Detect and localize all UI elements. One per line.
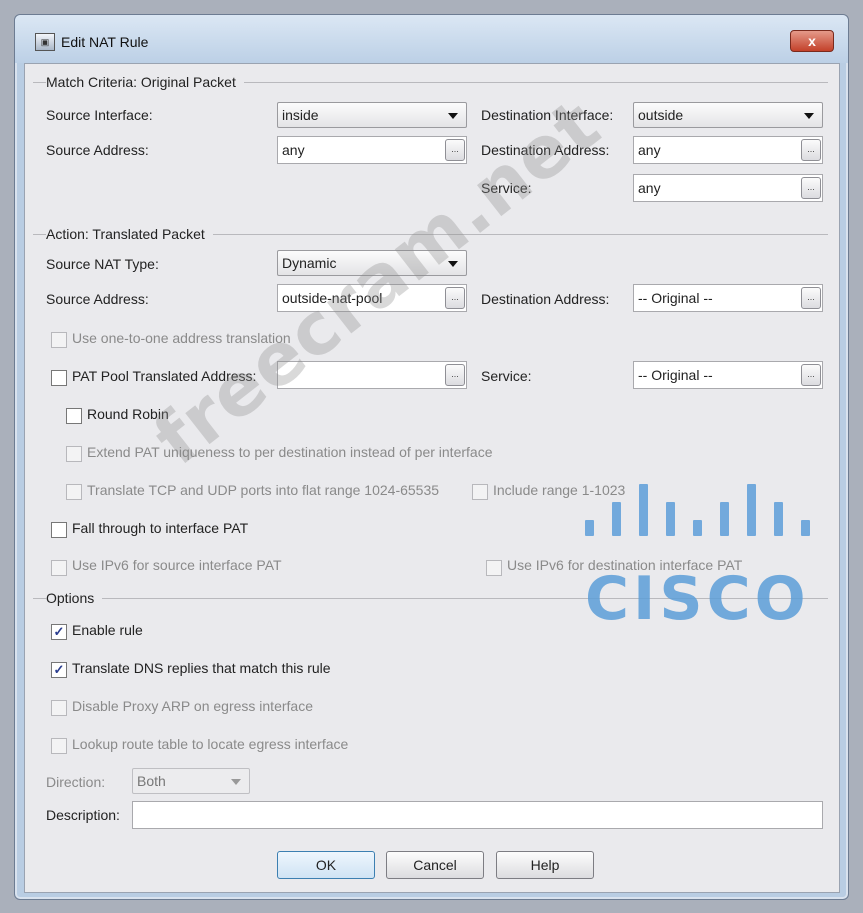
translate-ports-checkbox[interactable] <box>66 484 82 500</box>
destination-interface-value: outside <box>638 107 684 123</box>
help-button[interactable]: Help <box>496 851 594 879</box>
dialog-content: Match Criteria: Original Packet Source I… <box>24 63 840 893</box>
enable-rule-label: Enable rule <box>72 622 143 638</box>
lookup-route-label: Lookup route table to locate egress inte… <box>72 736 349 752</box>
source-address-browse-button[interactable]: ... <box>445 139 465 161</box>
section-divider <box>33 598 828 599</box>
chevron-down-icon <box>231 779 241 785</box>
translated-source-address-label: Source Address: <box>46 291 149 307</box>
pat-pool-label: PAT Pool Translated Address: <box>72 368 257 384</box>
round-robin-checkbox[interactable] <box>66 408 82 424</box>
translate-ports-label: Translate TCP and UDP ports into flat ra… <box>87 482 440 498</box>
chevron-down-icon <box>448 113 458 119</box>
destination-interface-select[interactable]: outside <box>633 102 823 128</box>
ipv6-destination-label: Use IPv6 for destination interface PAT <box>507 557 743 573</box>
source-address-label: Source Address: <box>46 142 149 158</box>
source-address-field[interactable]: any <box>277 136 467 164</box>
match-criteria-heading: Match Criteria: Original Packet <box>46 74 244 90</box>
destination-address-label: Destination Address: <box>481 142 610 158</box>
direction-label: Direction: <box>46 774 106 790</box>
translated-source-address-field[interactable]: outside-nat-pool <box>277 284 467 312</box>
round-robin-label: Round Robin <box>87 406 169 422</box>
include-range-checkbox[interactable] <box>472 484 488 500</box>
pat-pool-checkbox[interactable] <box>51 370 67 386</box>
service-field[interactable]: any <box>633 174 823 202</box>
source-nat-type-select[interactable]: Dynamic <box>277 250 467 276</box>
source-interface-label: Source Interface: <box>46 107 153 123</box>
translated-source-address-browse-button[interactable]: ... <box>445 287 465 309</box>
fall-through-checkbox[interactable] <box>51 522 67 538</box>
ipv6-destination-checkbox[interactable] <box>486 560 502 576</box>
app-icon: ▣ <box>35 33 55 51</box>
chevron-down-icon <box>448 261 458 267</box>
translated-service-label: Service: <box>481 368 532 384</box>
description-label: Description: <box>46 807 120 823</box>
title-bar: ▣ Edit NAT Rule x <box>15 15 848 63</box>
chevron-down-icon <box>804 113 814 119</box>
source-nat-type-value: Dynamic <box>282 255 337 271</box>
ipv6-source-label: Use IPv6 for source interface PAT <box>72 557 282 573</box>
source-interface-select[interactable]: inside <box>277 102 467 128</box>
checkmark-icon: ✓ <box>53 624 65 639</box>
direction-select[interactable]: Both <box>132 768 250 794</box>
edit-nat-rule-dialog: ▣ Edit NAT Rule x Match Criteria: Origin… <box>14 14 849 900</box>
options-heading: Options <box>46 590 103 606</box>
fall-through-label: Fall through to interface PAT <box>72 520 249 536</box>
source-nat-type-label: Source NAT Type: <box>46 256 159 272</box>
translated-service-field[interactable]: -- Original -- <box>633 361 823 389</box>
disable-proxy-arp-checkbox[interactable] <box>51 700 67 716</box>
direction-value: Both <box>137 773 166 789</box>
pat-pool-browse-button[interactable]: ... <box>445 364 465 386</box>
cancel-button[interactable]: Cancel <box>386 851 484 879</box>
service-browse-button[interactable]: ... <box>801 177 821 199</box>
translated-service-browse-button[interactable]: ... <box>801 364 821 386</box>
lookup-route-checkbox[interactable] <box>51 738 67 754</box>
translated-destination-address-field[interactable]: -- Original -- <box>633 284 823 312</box>
action-heading: Action: Translated Packet <box>46 226 213 242</box>
pat-pool-field[interactable] <box>277 361 467 389</box>
destination-address-browse-button[interactable]: ... <box>801 139 821 161</box>
translate-dns-label: Translate DNS replies that match this ru… <box>72 660 331 676</box>
source-interface-value: inside <box>282 107 319 123</box>
include-range-label: Include range 1-1023 <box>493 482 626 498</box>
close-button[interactable]: x <box>790 30 834 52</box>
extend-pat-label: Extend PAT uniqueness to per destination… <box>87 444 493 460</box>
destination-address-field[interactable]: any <box>633 136 823 164</box>
disable-proxy-arp-label: Disable Proxy ARP on egress interface <box>72 698 313 714</box>
description-field[interactable] <box>132 801 823 829</box>
ok-button[interactable]: OK <box>277 851 375 879</box>
extend-pat-checkbox[interactable] <box>66 446 82 462</box>
service-label: Service: <box>481 180 532 196</box>
destination-interface-label: Destination Interface: <box>481 107 614 123</box>
window-title: Edit NAT Rule <box>61 34 149 50</box>
checkmark-icon: ✓ <box>53 662 65 677</box>
enable-rule-checkbox[interactable]: ✓ <box>51 624 67 640</box>
one-to-one-label: Use one-to-one address translation <box>72 330 291 346</box>
one-to-one-checkbox[interactable] <box>51 332 67 348</box>
translated-destination-address-label: Destination Address: <box>481 291 610 307</box>
translated-destination-address-browse-button[interactable]: ... <box>801 287 821 309</box>
translate-dns-checkbox[interactable]: ✓ <box>51 662 67 678</box>
ipv6-source-checkbox[interactable] <box>51 560 67 576</box>
